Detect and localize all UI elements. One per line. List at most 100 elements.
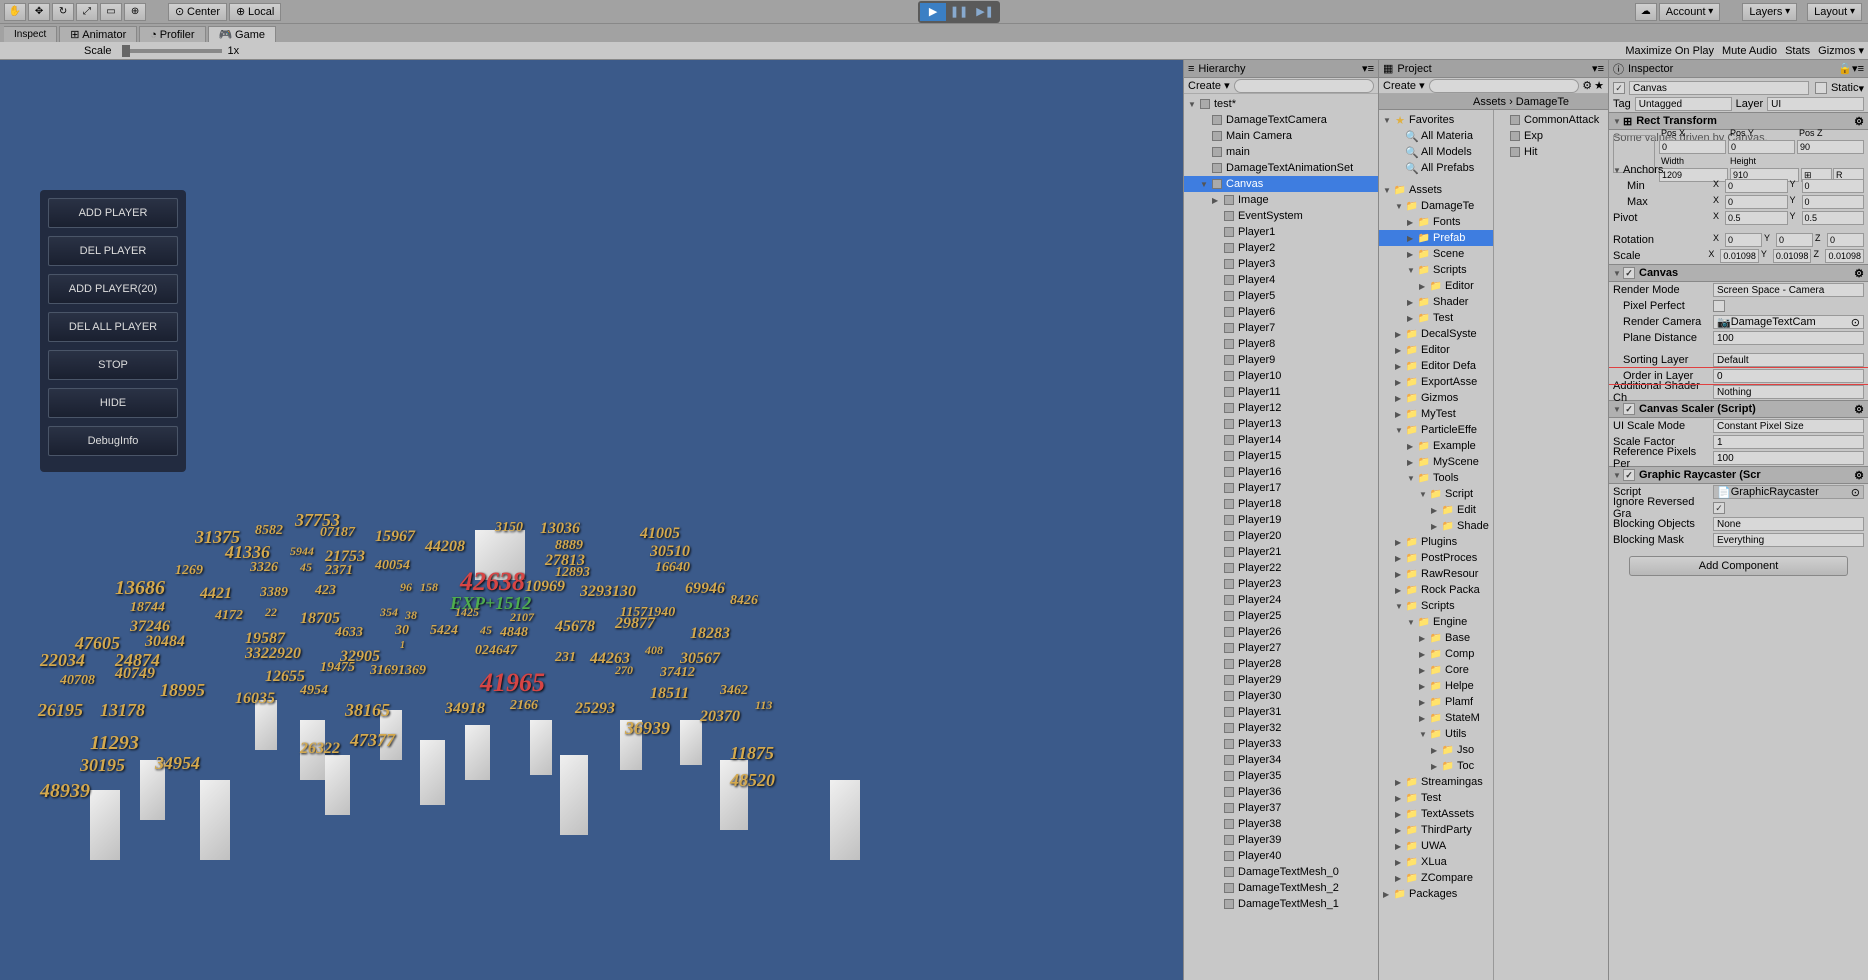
rot-x[interactable]: 0 (1725, 233, 1762, 247)
rotate-tool-button[interactable]: ↻ (52, 3, 74, 21)
expand-arrow-icon[interactable]: ▶ (1395, 842, 1405, 851)
expand-arrow-icon[interactable]: ▶ (1395, 570, 1405, 579)
expand-arrow-icon[interactable]: ▶ (1383, 890, 1393, 899)
expand-arrow-icon[interactable]: ▶ (1431, 762, 1441, 771)
rot-z[interactable]: 0 (1827, 233, 1864, 247)
pivot-y[interactable]: 0.5 (1802, 211, 1865, 225)
hierarchy-search[interactable] (1234, 79, 1374, 93)
tree-item[interactable]: ▶Helpe (1379, 678, 1493, 694)
tree-item[interactable]: Player28 (1184, 656, 1378, 672)
play-button[interactable]: ▶ (920, 3, 946, 21)
scale-slider[interactable] (122, 49, 222, 53)
tree-item[interactable]: ▶Gizmos (1379, 390, 1493, 406)
tree-item[interactable]: ▼Tools (1379, 470, 1493, 486)
pivot-x[interactable]: 0.5 (1725, 211, 1788, 225)
step-button[interactable]: ▶❚ (972, 3, 998, 21)
expand-arrow-icon[interactable]: ▶ (1395, 810, 1405, 819)
expand-arrow-icon[interactable]: ▼ (1407, 266, 1417, 275)
tree-item[interactable]: ▶ExportAsse (1379, 374, 1493, 390)
expand-arrow-icon[interactable]: ▶ (1419, 714, 1429, 723)
panel-menu-icon[interactable]: ▾≡ (1852, 62, 1864, 75)
tree-item[interactable]: ▼Scripts (1379, 262, 1493, 278)
tree-item[interactable]: Player38 (1184, 816, 1378, 832)
hand-tool-button[interactable]: ✋ (4, 3, 26, 21)
tree-item[interactable]: Player3 (1184, 256, 1378, 272)
tag-dropdown[interactable]: Untagged (1635, 97, 1732, 111)
game-button-hide[interactable]: HIDE (48, 388, 178, 418)
create-dropdown[interactable]: Create ▾ (1383, 79, 1425, 92)
tree-item[interactable]: Player5 (1184, 288, 1378, 304)
tree-item[interactable]: ▶Packages (1379, 886, 1493, 902)
static-dropdown-icon[interactable]: ▾ (1858, 82, 1864, 95)
tree-item[interactable]: Player32 (1184, 720, 1378, 736)
expand-arrow-icon[interactable]: ▶ (1395, 778, 1405, 787)
tree-item[interactable]: Player22 (1184, 560, 1378, 576)
panel-menu-icon[interactable]: ▾≡ (1592, 62, 1604, 75)
anchor-min-y[interactable]: 0 (1802, 179, 1865, 193)
tree-item[interactable]: 🔍All Materia (1379, 128, 1493, 144)
expand-arrow-icon[interactable]: ▶ (1212, 196, 1222, 205)
expand-arrow-icon[interactable]: ▶ (1395, 794, 1405, 803)
tree-item[interactable]: ▶Jso (1379, 742, 1493, 758)
scale-z[interactable]: 0.01098 (1825, 249, 1864, 263)
tree-item[interactable]: Player40 (1184, 848, 1378, 864)
tree-item[interactable]: ▼ParticleEffe (1379, 422, 1493, 438)
component-menu-icon[interactable]: ⚙ (1854, 403, 1864, 416)
create-dropdown[interactable]: Create ▾ (1188, 79, 1230, 92)
tree-item[interactable]: ▼Assets (1379, 182, 1493, 198)
tree-item[interactable]: Player13 (1184, 416, 1378, 432)
rect-tool-button[interactable]: ▭ (100, 3, 122, 21)
tree-item[interactable]: Player16 (1184, 464, 1378, 480)
tree-item[interactable]: ▶Scene (1379, 246, 1493, 262)
tree-item[interactable]: ▶Test (1379, 790, 1493, 806)
expand-arrow-icon[interactable]: ▶ (1431, 522, 1441, 531)
gameobject-active-checkbox[interactable] (1613, 82, 1625, 94)
tree-item[interactable]: Player14 (1184, 432, 1378, 448)
layer-dropdown[interactable]: UI (1767, 97, 1864, 111)
tree-item[interactable]: Player39 (1184, 832, 1378, 848)
tree-item[interactable]: Player1 (1184, 224, 1378, 240)
move-tool-button[interactable]: ✥ (28, 3, 50, 21)
component-menu-icon[interactable]: ⚙ (1854, 267, 1864, 280)
collapse-icon[interactable]: ▼ (1613, 117, 1623, 126)
expand-arrow-icon[interactable]: ▶ (1407, 298, 1417, 307)
expand-arrow-icon[interactable]: ▼ (1407, 618, 1417, 627)
order-in-layer-field[interactable]: 0 (1713, 369, 1864, 383)
tree-item[interactable]: Player30 (1184, 688, 1378, 704)
tree-item[interactable]: ▼Engine (1379, 614, 1493, 630)
expand-arrow-icon[interactable]: ▶ (1395, 346, 1405, 355)
account-dropdown[interactable]: Account ▾ (1659, 3, 1721, 21)
gizmos-dropdown[interactable]: Gizmos ▾ (1818, 44, 1864, 57)
tree-item[interactable]: ▶TextAssets (1379, 806, 1493, 822)
ignore-reversed-checkbox[interactable] (1713, 502, 1725, 514)
collapse-icon[interactable]: ▼ (1613, 166, 1623, 175)
tree-item[interactable]: ▶Edit (1379, 502, 1493, 518)
tree-item[interactable]: Player12 (1184, 400, 1378, 416)
expand-arrow-icon[interactable]: ▼ (1395, 202, 1405, 211)
tree-item[interactable]: main (1184, 144, 1378, 160)
pos-x-field[interactable]: 0 (1659, 140, 1726, 154)
tree-item[interactable]: 🔍All Prefabs (1379, 160, 1493, 176)
layers-dropdown[interactable]: Layers ▾ (1742, 3, 1797, 21)
game-button-add-player[interactable]: ADD PLAYER (48, 198, 178, 228)
tree-item[interactable]: ▶Comp (1379, 646, 1493, 662)
expand-arrow-icon[interactable]: ▶ (1395, 874, 1405, 883)
lock-icon[interactable]: 🔒 (1838, 62, 1852, 75)
tree-item[interactable]: ▶Editor (1379, 278, 1493, 294)
breadcrumb-root[interactable]: Assets (1473, 96, 1506, 108)
static-checkbox[interactable] (1815, 82, 1827, 94)
additional-shader-dropdown[interactable]: Nothing (1713, 385, 1864, 399)
pos-y-field[interactable]: 0 (1728, 140, 1795, 154)
tree-item[interactable]: Player33 (1184, 736, 1378, 752)
tree-item[interactable]: Player29 (1184, 672, 1378, 688)
tree-item[interactable]: ▶Editor Defa (1379, 358, 1493, 374)
tree-item[interactable]: ▶UWA (1379, 838, 1493, 854)
expand-arrow-icon[interactable]: ▶ (1395, 362, 1405, 371)
pivot-local-button[interactable]: ⊕ Local (229, 3, 281, 21)
tree-item[interactable]: CommonAttack (1494, 112, 1608, 128)
tree-item[interactable]: Player15 (1184, 448, 1378, 464)
ui-scale-mode-dropdown[interactable]: Constant Pixel Size (1713, 419, 1864, 433)
tree-item[interactable]: Player7 (1184, 320, 1378, 336)
tree-item[interactable]: ▶Plamf (1379, 694, 1493, 710)
tree-item[interactable]: Player24 (1184, 592, 1378, 608)
